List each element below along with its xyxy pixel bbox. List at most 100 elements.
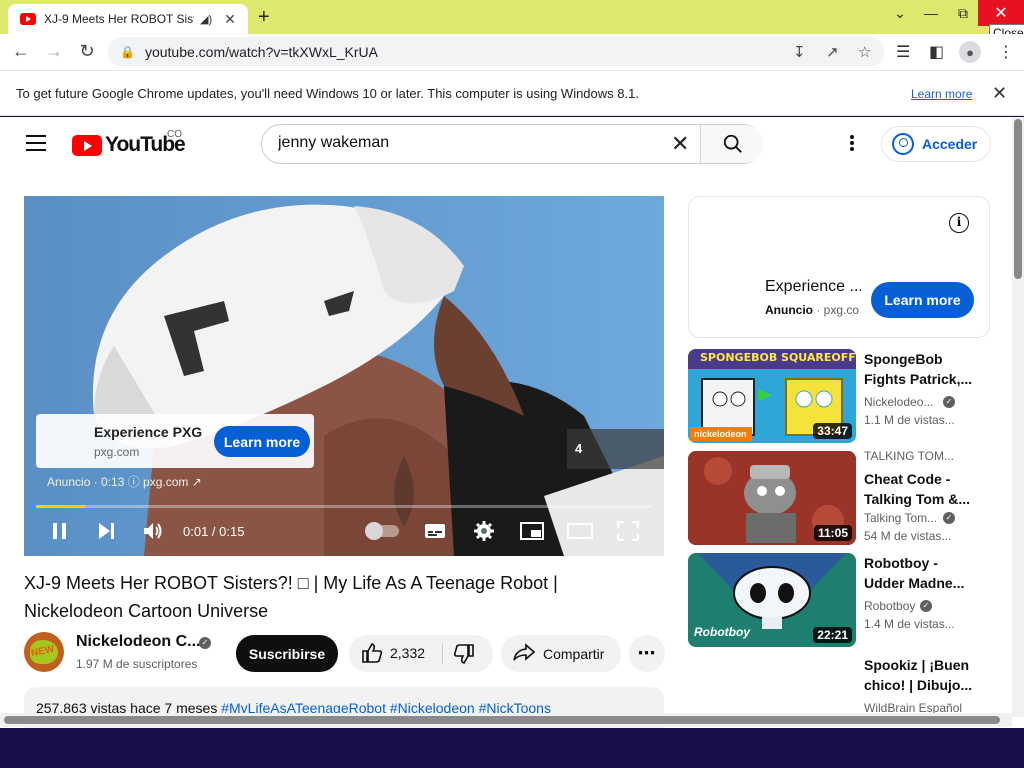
sidebar-ad[interactable]: i Experience ... Anuncio · pxg.co Learn …	[688, 196, 990, 338]
subscribe-button[interactable]: Suscribirse	[236, 635, 338, 672]
video-player[interactable]: Experience PXG pxg.com Learn more 4 Anun…	[24, 196, 664, 556]
sidebar-ad-learn-more-button[interactable]: Learn more	[871, 282, 974, 318]
recommendation-item[interactable]: SPONGEBOB SQUAREOFF nickelodeon 33:47 Sp…	[688, 349, 998, 443]
video-duration: 11:05	[813, 525, 852, 541]
ad-card-domain: pxg.com	[94, 445, 140, 459]
tab-title: XJ-9 Meets Her ROBOT Sisters?! □ | My Li…	[44, 12, 194, 26]
settings-gear-icon[interactable]	[473, 520, 495, 542]
verified-check-icon: ✓	[943, 512, 955, 524]
more-actions-button[interactable]: ⋯	[629, 635, 665, 672]
autoplay-toggle[interactable]	[365, 522, 399, 540]
verified-check-icon: ✓	[920, 600, 932, 612]
more-horizontal-icon: ⋯	[637, 643, 657, 663]
back-arrow-icon[interactable]: ←	[10, 41, 32, 62]
horizontal-scroll-thumb[interactable]	[4, 716, 1000, 724]
recommendation-title[interactable]: Robotboy - Udder Madne...	[864, 553, 974, 593]
youtube-play-icon	[72, 134, 102, 156]
like-dislike-group: 2,332	[349, 635, 493, 672]
miniplayer-icon[interactable]	[520, 520, 544, 542]
recommendation-item[interactable]: Robotboy 22:21 Robotboy - Udder Madne...…	[688, 553, 998, 647]
bookmark-star-icon[interactable]: ☆	[858, 43, 871, 61]
sidebar-ad-meta: Anuncio · pxg.co	[765, 303, 860, 317]
reload-icon[interactable]: ↻	[76, 41, 98, 62]
sidebar-ad-headline: Experience ...	[765, 278, 861, 295]
tab-search-icon[interactable]: ⌄	[880, 0, 920, 26]
like-divider	[442, 643, 443, 664]
theater-mode-icon[interactable]	[567, 520, 593, 542]
vertical-scroll-thumb[interactable]	[1014, 119, 1022, 279]
install-app-icon[interactable]: ↧	[793, 43, 806, 61]
recommendation-thumbnail[interactable]: 11:05	[688, 451, 856, 545]
ad-learn-more-button[interactable]: Learn more	[214, 426, 310, 457]
subtitles-icon[interactable]	[424, 520, 446, 542]
restore-button[interactable]: ⧉	[948, 0, 978, 26]
video-frame-golfer	[24, 196, 664, 556]
recommendation-title[interactable]: Spookiz | ¡Buen chico! | Dibujo...	[864, 655, 974, 695]
recommendation-title[interactable]: SpongeBob Fights Patrick,...	[864, 349, 974, 389]
volume-icon[interactable]	[142, 520, 164, 542]
channel-name[interactable]: Nickelodeon C...	[76, 633, 200, 651]
sidebar-ad-domain: pxg.co	[823, 303, 860, 317]
close-window-button[interactable]: ✕	[978, 0, 1024, 26]
recommendation-thumbnail[interactable]: Robotboy 22:21	[688, 553, 856, 647]
recommendation-thumbnail[interactable]: SPONGEBOB SQUAREOFF nickelodeon 33:47	[688, 349, 856, 443]
guide-menu-icon[interactable]	[26, 135, 46, 151]
lock-icon[interactable]: 🔒	[120, 45, 135, 59]
horizontal-scrollbar[interactable]	[0, 713, 1012, 727]
info-icon[interactable]: i	[949, 213, 969, 233]
sign-in-label: Acceder	[922, 136, 978, 152]
tab-strip: XJ-9 Meets Her ROBOT Sisters?! □ | My Li…	[0, 0, 1024, 34]
channel-avatar[interactable]	[24, 632, 64, 672]
clear-search-icon[interactable]: ✕	[671, 131, 689, 157]
vertical-scrollbar[interactable]	[1012, 117, 1024, 717]
desktop-background	[0, 728, 1024, 768]
infobar-close-icon[interactable]: ✕	[992, 83, 1007, 104]
tab-close-icon[interactable]: ✕	[224, 11, 236, 28]
ad-meta-text[interactable]: Anuncio · 0:13 ⓘ pxg.com ↗	[47, 473, 202, 490]
progress-fill	[36, 505, 86, 508]
update-infobar: To get future Google Chrome updates, you…	[0, 70, 1024, 116]
chrome-menu-icon[interactable]: ⋮	[998, 42, 1014, 62]
verified-check-icon: ✓	[943, 396, 955, 408]
recommendation-channel[interactable]: Robotboy	[864, 599, 915, 613]
video-title: XJ-9 Meets Her ROBOT Sisters?! □ | My Li…	[24, 573, 558, 621]
country-code: CO	[167, 129, 182, 140]
learn-more-link[interactable]: Learn more	[911, 87, 972, 101]
search-input[interactable]	[278, 134, 658, 152]
recommendation-title[interactable]: Cheat Code - Talking Tom &...	[864, 469, 974, 509]
side-panel-icon[interactable]: ◧	[929, 42, 944, 62]
search-icon	[723, 134, 742, 153]
like-count[interactable]: 2,332	[390, 645, 425, 661]
recommendation-channel[interactable]: Talking Tom...	[864, 511, 937, 525]
youtube-favicon-icon	[20, 13, 36, 25]
video-duration: 33:47	[813, 423, 852, 439]
minimize-button[interactable]: —	[920, 0, 942, 26]
youtube-logo[interactable]: YouTube CO	[72, 129, 186, 157]
recommendation-item[interactable]: 11:05 TALKING TOM... Cheat Code - Talkin…	[688, 449, 998, 545]
browser-tab-active[interactable]: XJ-9 Meets Her ROBOT Sisters?! □ | My Li…	[8, 4, 248, 34]
account-icon	[892, 133, 914, 155]
fullscreen-icon[interactable]	[617, 520, 639, 542]
media-queue-icon[interactable]: ☰	[896, 42, 910, 62]
youtube-page: YouTube CO ✕ Acceder	[0, 117, 1024, 728]
next-icon[interactable]	[96, 520, 116, 542]
progress-bar[interactable]	[36, 505, 652, 508]
recommendation-views: 54 M de vistas...	[864, 529, 952, 543]
settings-kebab-icon[interactable]	[850, 135, 854, 153]
speaker-icon[interactable]: ◢)	[200, 13, 212, 26]
share-button[interactable]: Compartir	[501, 635, 621, 672]
thumbs-down-icon[interactable]	[453, 644, 475, 667]
share-icon[interactable]: ↗	[826, 43, 839, 61]
search-button[interactable]	[700, 125, 764, 163]
player-ad-card[interactable]: Experience PXG pxg.com Learn more	[36, 414, 314, 468]
sign-in-button[interactable]: Acceder	[881, 126, 991, 162]
new-tab-button[interactable]: +	[258, 6, 270, 29]
thumbnail-caption: SPONGEBOB SQUAREOFF	[700, 351, 856, 364]
pause-icon[interactable]	[50, 520, 70, 542]
recommendation-channel[interactable]: Nickelodeo...	[864, 395, 933, 409]
address-bar[interactable]: 🔒 youtube.com/watch?v=tkXWxL_KrUA	[108, 37, 884, 67]
profile-avatar-icon[interactable]: ●	[959, 41, 981, 63]
thumbnail-caption: Robotboy	[694, 625, 750, 639]
thumbs-up-icon[interactable]	[361, 643, 383, 666]
forward-arrow-icon[interactable]: →	[43, 41, 65, 62]
